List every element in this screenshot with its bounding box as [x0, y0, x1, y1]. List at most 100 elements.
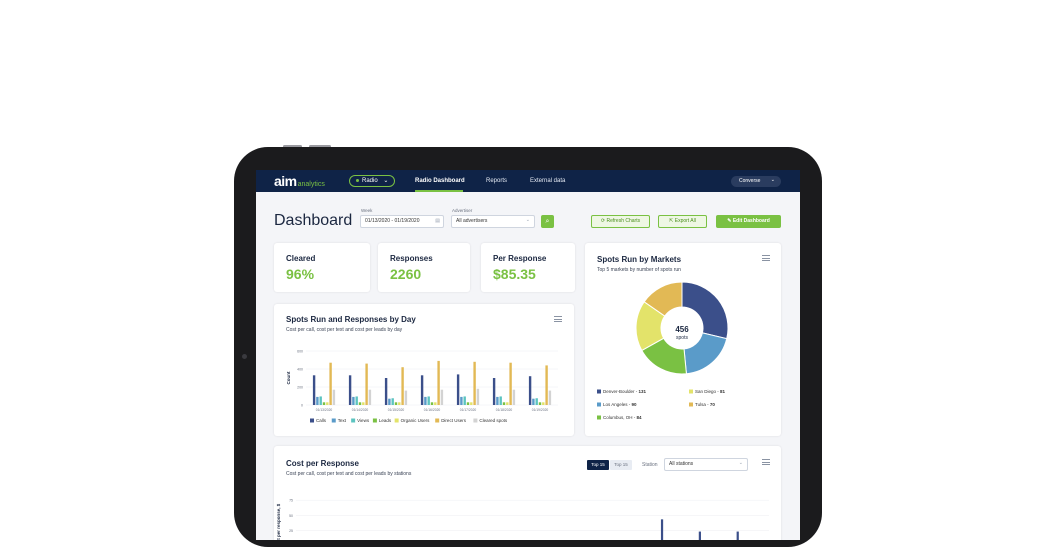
bar-cleared-spots [368, 389, 372, 405]
legend-swatch [597, 402, 601, 407]
bar-text [496, 396, 499, 405]
donut-center-value: 456 [675, 325, 689, 334]
status-dot-icon [356, 178, 359, 182]
y-tick-label: 0 [301, 404, 303, 408]
legend-label: Views [357, 418, 370, 423]
station-select[interactable]: All stations ⌄ [664, 458, 748, 471]
bar-organic-users [470, 402, 473, 405]
spots-by-day-card: Spots Run and Responses by Day Cost per … [274, 304, 574, 436]
cost-bar [736, 531, 739, 540]
legend-value: 90 [632, 402, 638, 407]
bar-leads [394, 402, 398, 405]
bar-leads [358, 402, 362, 405]
bar-organic-users [506, 402, 509, 405]
bar-organic-users [326, 402, 329, 405]
aim-analytics-logo[interactable]: aimanalytics [274, 173, 325, 189]
bar-direct-users [437, 360, 440, 405]
cost-bar [698, 531, 701, 540]
kpi-value: 96% [286, 266, 315, 282]
legend-swatch [689, 402, 693, 407]
legend-label: Tulsa - 70 [695, 402, 715, 407]
bar-views [427, 396, 430, 405]
bar-calls [348, 375, 352, 405]
channel-selector[interactable]: Radio ⌄ [349, 175, 395, 187]
legend-swatch [473, 418, 478, 423]
chevron-down-icon: ⌄ [770, 177, 775, 183]
nav-link-reports[interactable]: Reports [486, 178, 507, 184]
y-tick-label: 200 [297, 386, 303, 390]
kpi-label: Responses [390, 254, 433, 263]
bar-text [352, 396, 355, 405]
station-label: Station [642, 462, 658, 468]
bar-leads [538, 402, 542, 405]
legend-swatch [310, 418, 314, 423]
legend-value: 84 [637, 415, 643, 420]
bar-direct-users [509, 362, 512, 405]
bar-text [460, 396, 463, 405]
legend-value: 131 [639, 389, 647, 394]
x-tick-label: 01/17/2020 [460, 408, 477, 412]
legend-value: 70 [710, 402, 716, 407]
week-date-range-field[interactable]: 01/13/2020 - 01/19/2020 ▤ [360, 215, 444, 228]
tablet-camera [242, 354, 247, 359]
kpi-card-cleared: Cleared 96% [274, 243, 370, 292]
bar-leads [430, 402, 434, 405]
y-tick-label: 600 [297, 350, 303, 354]
nav-link-external-data[interactable]: External data [530, 178, 565, 184]
bar-calls [312, 375, 316, 405]
legend-swatch [689, 389, 693, 394]
bar-cleared-spots [548, 390, 552, 405]
x-tick-label: 01/13/2020 [316, 408, 333, 412]
bar-views [499, 396, 502, 405]
legend-label: Cleared spots [479, 418, 508, 423]
refresh-charts-button[interactable]: ⟳ Refresh Charts [591, 215, 650, 228]
x-tick-label: 01/14/2020 [352, 408, 369, 412]
week-label: Week [361, 208, 373, 213]
bar-cleared-spots [512, 389, 516, 405]
legend-swatch [597, 415, 601, 420]
kpi-card-per-response: Per Response $85.35 [481, 243, 575, 292]
bar-views [391, 398, 394, 405]
bar-views [535, 398, 538, 405]
bar-views [355, 396, 358, 405]
dashboard-screen: aimanalytics Radio ⌄ Radio Dashboard Rep… [256, 170, 800, 540]
legend-swatch [351, 418, 356, 423]
nav-link-radio-dashboard[interactable]: Radio Dashboard [415, 178, 465, 184]
kpi-value: $85.35 [493, 266, 536, 282]
bar-calls [384, 378, 388, 405]
page-title: Dashboard [274, 212, 353, 229]
top-navbar: aimanalytics Radio ⌄ Radio Dashboard Rep… [256, 170, 800, 192]
bar-organic-users [434, 402, 437, 405]
toggle-top-15-selected[interactable]: Top 15 [587, 460, 609, 470]
legend-label: Columbus, OH - 84 [603, 415, 642, 420]
advertiser-label: Advertiser [452, 208, 473, 213]
bar-direct-users [329, 362, 332, 405]
legend-label: San Diego - 81 [695, 389, 726, 394]
bar-text [424, 396, 427, 405]
legend-label: Leads [379, 418, 392, 423]
bar-views [319, 396, 322, 405]
active-nav-indicator [415, 190, 463, 192]
bar-calls [492, 378, 496, 405]
search-button[interactable]: ⌕ [541, 215, 554, 228]
export-all-button[interactable]: ⇱ Export All [658, 215, 707, 228]
y-tick-label: 50 [289, 514, 293, 518]
bar-direct-users [545, 365, 548, 405]
account-selector[interactable]: Converse ⌄ [731, 176, 781, 187]
bar-organic-users [398, 402, 401, 405]
bar-organic-users [542, 402, 545, 405]
bar-calls [420, 375, 424, 405]
x-tick-label: 01/16/2020 [424, 408, 441, 412]
bar-text [316, 396, 319, 405]
legend-swatch [394, 418, 399, 423]
advertiser-select[interactable]: All advertisers ⌄ [451, 215, 535, 228]
refresh-icon: ⟳ [600, 218, 606, 224]
edit-dashboard-button[interactable]: ✎ Edit Dashboard [716, 215, 781, 228]
x-tick-label: 01/15/2020 [388, 408, 405, 412]
kpi-card-responses: Responses 2260 [378, 243, 470, 292]
legend-swatch [331, 418, 336, 423]
x-tick-label: 01/18/2020 [496, 408, 513, 412]
x-tick-label: 01/19/2020 [532, 408, 549, 412]
legend-swatch [435, 418, 440, 423]
toggle-top-15[interactable]: Top 15 [610, 460, 632, 470]
